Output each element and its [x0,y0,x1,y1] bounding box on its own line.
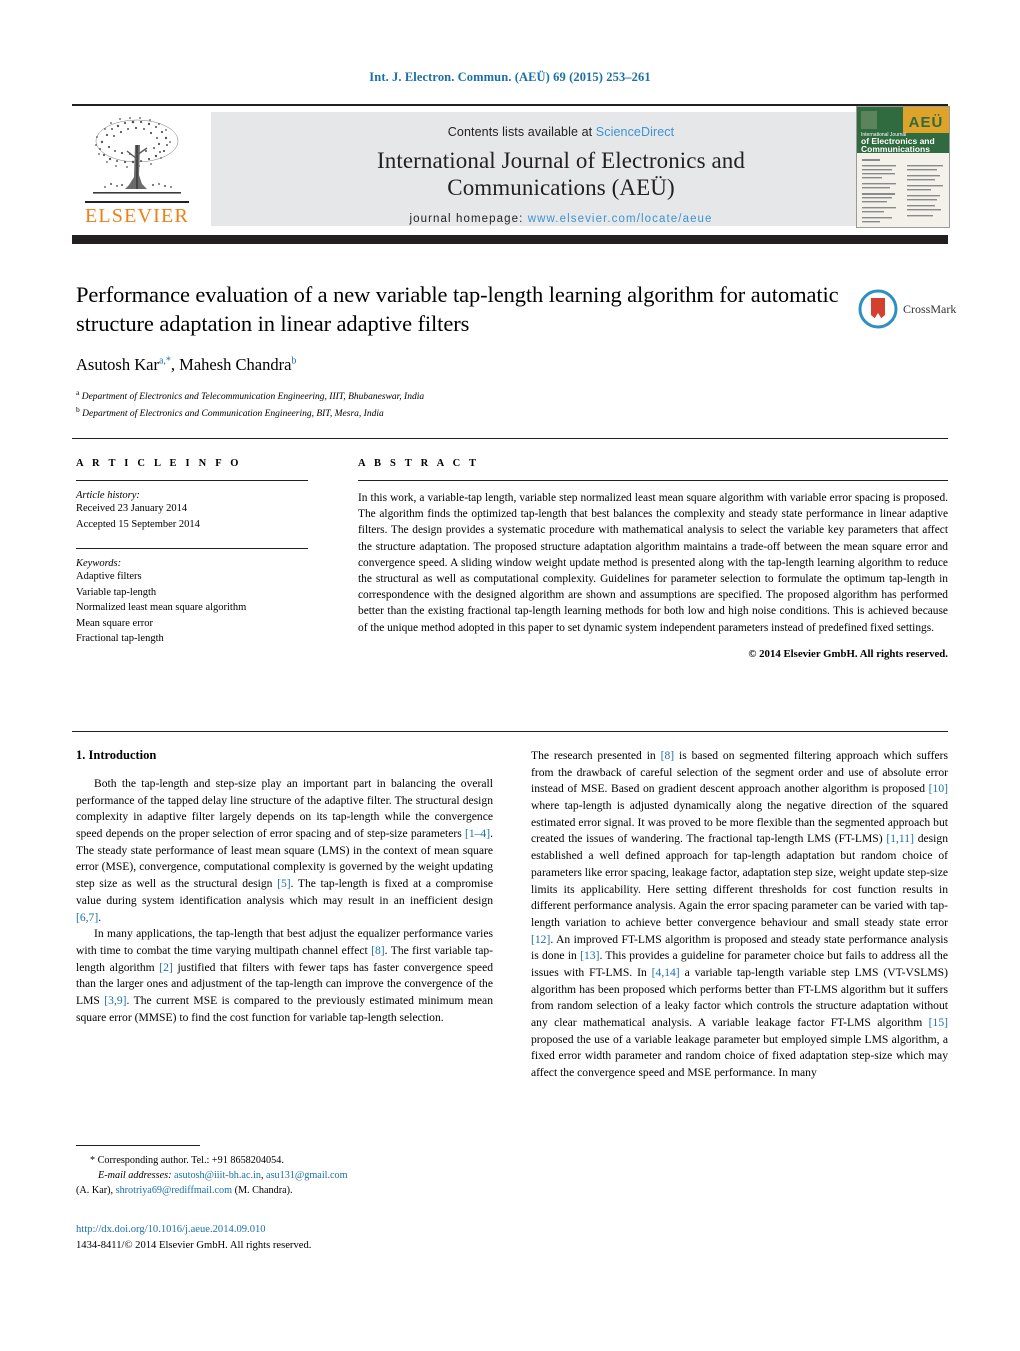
abstract-text: In this work, a variable-tap length, var… [358,492,948,634]
email-addresses-label: E-mail addresses: [98,1169,172,1181]
keyword-item: Fractional tap-length [76,633,164,645]
elsevier-tree-icon [93,117,181,194]
elsevier-wordmark: ELSEVIER [84,205,190,227]
journal-info-band: Contents lists available at ScienceDirec… [211,112,911,226]
abstract-rule [358,480,948,481]
journal-cover-thumbnail: AEÜ International Journal of Electronics… [856,106,950,228]
abstract-column: A B S T R A C T In this work, a variable… [358,458,948,660]
journal-homepage-line: journal homepage: www.elsevier.com/locat… [211,213,911,225]
journal-masthead: ELSEVIER Contents lists available at Sci… [72,104,950,228]
journal-cover-image: AEÜ International Journal of Electronics… [857,107,949,227]
email-link-3[interactable]: shrotriya69@rediffmail.com [116,1185,232,1196]
crossmark-label: CrossMark [903,301,957,316]
article-info-column: A R T I C L E I N F O Article history: R… [76,458,308,647]
article-title-block: Performance evaluation of a new variable… [76,280,846,422]
affiliation-a-text: Department of Electronics and Telecommun… [81,391,425,402]
svg-text:Communications: Communications [861,144,930,154]
masthead-top-rule [72,104,948,106]
doi-link[interactable]: http://dx.doi.org/10.1016/j.aeue.2014.09… [76,1222,493,1238]
sciencedirect-link[interactable]: ScienceDirect [596,125,674,139]
copyright-line: © 2014 Elsevier GmbH. All rights reserve… [748,647,948,660]
contents-available-line: Contents lists available at ScienceDirec… [211,112,911,139]
article-info-heading: A R T I C L E I N F O [76,458,242,469]
issn-copyright-line: 1434-8411/© 2014 Elsevier GmbH. All righ… [76,1239,312,1251]
rule-above-article-info [72,438,948,439]
keyword-item: Normalized least mean square algorithm [76,602,247,614]
email-owner-3: (M. Chandra). [234,1184,293,1196]
body-paragraph: In many applications, the tap-length tha… [76,927,494,1024]
journal-title-line-2: Communications (AEÜ) [447,174,675,200]
email-owner-1: (A. Kar), [76,1184,114,1196]
corresponding-author-note: * Corresponding author. Tel.: +91 865820… [90,1155,284,1166]
contents-prefix: Contents lists available at [447,125,596,139]
article-body: 1. Introduction Both the tap-length and … [76,748,948,1082]
homepage-url-link[interactable]: www.elsevier.com/locate/aeue [528,213,713,225]
crossmark-badge[interactable]: CrossMark [858,287,958,331]
rule-below-abstract [72,731,948,732]
elsevier-rule [85,201,189,203]
keywords-label: Keywords: [76,558,122,570]
page-title: Performance evaluation of a new variable… [76,282,839,337]
doi-block: http://dx.doi.org/10.1016/j.aeue.2014.09… [76,1222,493,1254]
email-link-1[interactable]: asutosh@iiit-bh.ac.in [174,1170,261,1181]
author-list: Asutosh Kara,*, Mahesh Chandrab [76,354,297,374]
article-accepted-date: Accepted 15 September 2014 [76,518,200,530]
keywords-block: Keywords: Adaptive filters Variable tap-… [76,558,308,647]
keyword-item: Mean square error [76,617,153,629]
footnote-rule [76,1145,200,1146]
article-history-label: Article history: [76,490,140,501]
homepage-prefix: journal homepage: [409,212,528,225]
journal-title: International Journal of Electronics and… [211,148,911,202]
elsevier-logo: ELSEVIER [74,112,200,226]
crossmark-icon [858,289,898,329]
affiliations: a Department of Electronics and Telecomm… [76,387,846,423]
journal-title-line-1: International Journal of Electronics and [376,148,746,173]
email-addresses-note: E-mail addresses: asutosh@iiit-bh.ac.in,… [76,1169,493,1199]
body-left-column: 1. Introduction Both the tap-length and … [76,748,493,1082]
affiliation-a: a Department of Electronics and Telecomm… [76,387,425,402]
journal-article-page: Int. J. Electron. Commun. (AEÜ) 69 (2015… [0,0,1020,1351]
body-paragraph: The research presented in [8] is based o… [531,749,949,1080]
keyword-item: Variable tap-length [76,586,157,598]
article-info-rule-2 [76,548,308,550]
section-heading-introduction: 1. Introduction [76,748,157,762]
keyword-item: Adaptive filters [76,571,142,583]
body-paragraph: Both the tap-length and step-size play a… [76,777,493,924]
affiliation-b: b Department of Electronics and Communic… [76,405,384,420]
masthead-bottom-bar [72,235,948,244]
footnote-area: * Corresponding author. Tel.: +91 865820… [76,1145,493,1198]
email-link-2[interactable]: asu131@gmail.com [266,1170,348,1181]
svg-text:AEÜ: AEÜ [909,114,944,131]
article-info-rule-1 [76,480,308,481]
abstract-heading: A B S T R A C T [358,458,480,469]
running-head: Int. J. Electron. Commun. (AEÜ) 69 (2015… [369,70,651,84]
body-right-column: The research presented in [8] is based o… [531,748,948,1082]
affiliation-b-text: Department of Electronics and Communicat… [82,409,384,420]
article-received-date: Received 23 January 2014 [76,503,188,514]
